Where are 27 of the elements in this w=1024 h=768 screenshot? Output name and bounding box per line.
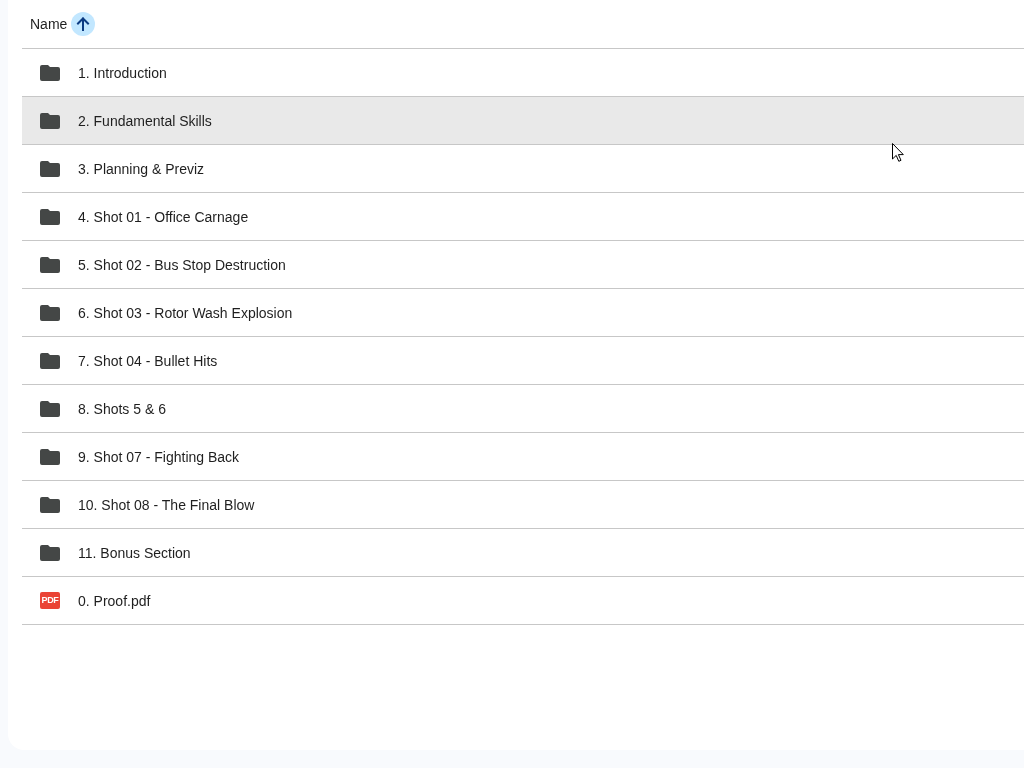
arrow-up-icon xyxy=(75,16,92,32)
file-row[interactable]: 2. Fundamental Skills xyxy=(22,97,1024,145)
file-row[interactable]: 10. Shot 08 - The Final Blow xyxy=(22,481,1024,529)
folder-icon xyxy=(40,160,60,177)
file-row[interactable]: 3. Planning & Previz xyxy=(22,145,1024,193)
file-row[interactable]: PDF 0. Proof.pdf xyxy=(22,577,1024,625)
folder-icon xyxy=(40,448,60,465)
file-row[interactable]: 6. Shot 03 - Rotor Wash Explosion xyxy=(22,289,1024,337)
folder-icon xyxy=(40,544,60,561)
folder-icon xyxy=(40,64,60,81)
folder-icon xyxy=(40,256,60,273)
folder-icon xyxy=(40,304,60,321)
file-row[interactable]: 5. Shot 02 - Bus Stop Destruction xyxy=(22,241,1024,289)
file-row[interactable]: 7. Shot 04 - Bullet Hits xyxy=(22,337,1024,385)
file-row[interactable]: 11. Bonus Section xyxy=(22,529,1024,577)
folder-icon xyxy=(40,400,60,417)
folder-icon xyxy=(40,496,60,513)
folder-icon xyxy=(40,352,60,369)
folder-icon xyxy=(40,112,60,129)
mouse-pointer-icon xyxy=(892,143,904,162)
file-row[interactable]: 8. Shots 5 & 6 xyxy=(22,385,1024,433)
sort-button[interactable] xyxy=(71,12,96,36)
folder-icon xyxy=(40,208,60,225)
file-row[interactable]: 4. Shot 01 - Office Carnage xyxy=(22,193,1024,241)
file-row[interactable]: 9. Shot 07 - Fighting Back xyxy=(22,433,1024,481)
column-header[interactable]: Name xyxy=(30,16,68,32)
pdf-icon: PDF xyxy=(40,592,60,609)
